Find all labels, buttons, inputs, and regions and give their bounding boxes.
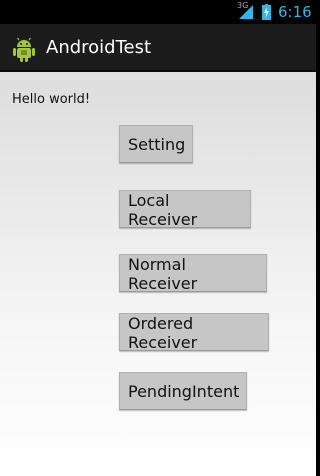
- pendingintent-button[interactable]: PendingIntent: [119, 372, 247, 410]
- status-clock: 6:16: [278, 3, 312, 21]
- battery-charging-icon: [262, 4, 271, 20]
- main-content: Hello world! Setting Local Receiver Norm…: [0, 72, 316, 476]
- normal-receiver-button[interactable]: Normal Receiver: [119, 254, 267, 293]
- app-title: AndroidTest: [46, 37, 152, 58]
- local-receiver-button[interactable]: Local Receiver: [119, 190, 251, 229]
- status-bar: 3G 6:16: [0, 0, 316, 24]
- action-bar: AndroidTest: [0, 24, 316, 72]
- ordered-receiver-button[interactable]: Ordered Receiver: [119, 313, 269, 352]
- signal-icon: [239, 5, 253, 19]
- setting-button[interactable]: Setting: [119, 125, 193, 163]
- android-icon: [13, 37, 35, 62]
- hello-text: Hello world!: [12, 92, 91, 107]
